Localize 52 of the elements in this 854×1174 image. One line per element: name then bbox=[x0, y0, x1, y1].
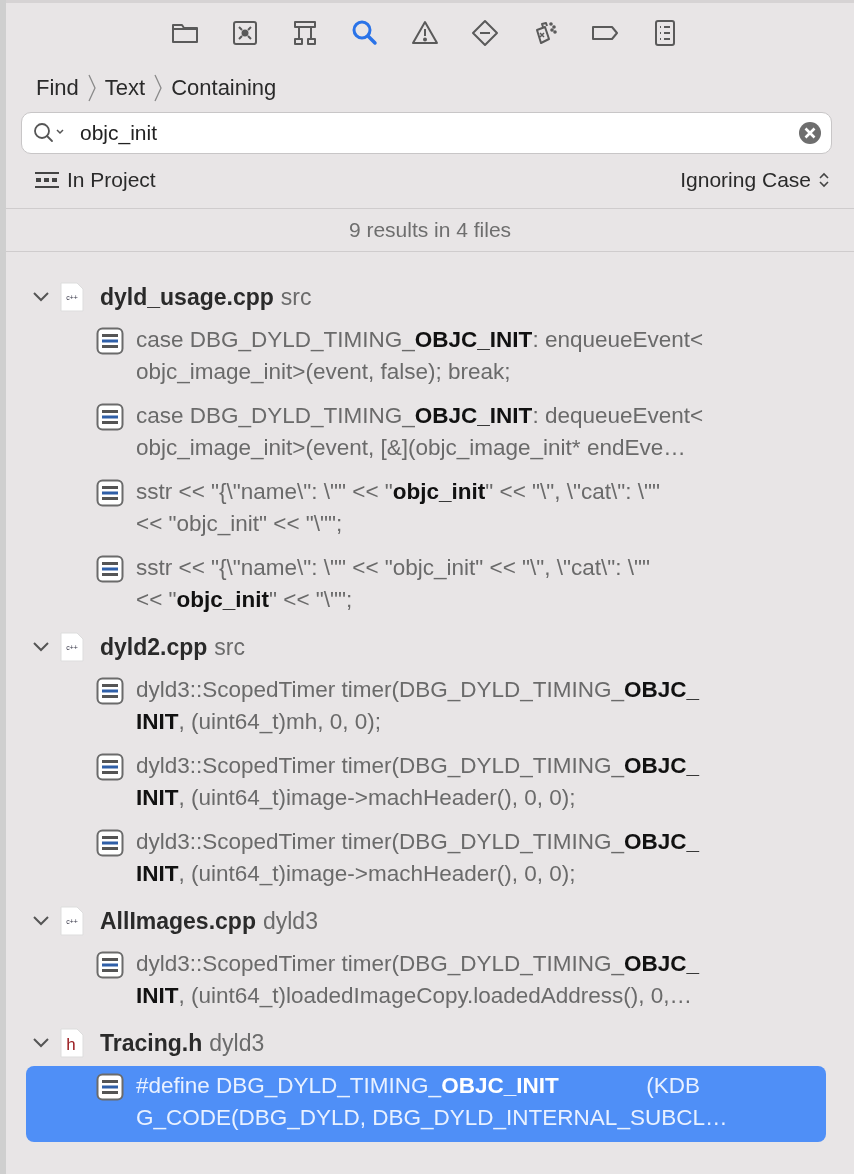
disclosure-icon[interactable] bbox=[32, 291, 50, 303]
search-options-icon bbox=[31, 121, 67, 145]
results-summary: 9 results in 4 files bbox=[348, 218, 512, 242]
code-line: dyld3::ScopedTimer timer(DBG_DYLD_TIMING_OBJC_ bbox=[136, 828, 700, 856]
disclosure-icon[interactable] bbox=[32, 1037, 50, 1049]
code-line: dyld3::ScopedTimer timer(DBG_DYLD_TIMING_OBJC_ bbox=[136, 752, 700, 780]
up-down-chevron-icon bbox=[818, 170, 830, 190]
header-file-icon: h bbox=[60, 1028, 84, 1058]
case-popup-button[interactable]: Ignoring Case bbox=[680, 168, 830, 192]
file-name[interactable]: dyld_usage.cpp bbox=[100, 283, 274, 311]
search-result[interactable]: dyld3::ScopedTimer timer(DBG_DYLD_TIMING_OBJC_ INIT, (uint64_t)image->machHeader(), 0, 0); bbox=[26, 746, 826, 822]
code-line: dyld3::ScopedTimer timer(DBG_DYLD_TIMING_OBJC_ bbox=[136, 950, 700, 978]
code-line: INIT, (uint64_t)image->machHeader(), 0, 0); bbox=[136, 860, 577, 888]
code-line: INIT, (uint64_t)mh, 0, 0); bbox=[136, 708, 383, 736]
code-line: sstr << "{\"name\": \"" << "objc_init" << "\", \"cat\": \"" bbox=[136, 478, 661, 506]
code-line: objc_image_init>(event, false); break; bbox=[136, 358, 512, 386]
file-name[interactable]: dyld2.cpp bbox=[100, 633, 208, 661]
code-line: dyld3::ScopedTimer timer(DBG_DYLD_TIMING_OBJC_ bbox=[136, 676, 700, 704]
code-line: case DBG_DYLD_TIMING_OBJC_INIT: enqueueEvent< bbox=[136, 326, 704, 354]
search-result[interactable]: sstr << "{\"name\": \"" << "objc_init" << "\", \"cat\": \"" << "objc_init" << "\""; bbox=[26, 548, 826, 624]
clear-icon[interactable] bbox=[798, 121, 822, 145]
file-name[interactable]: AllImages.cpp bbox=[100, 907, 256, 935]
breadcrumb-item[interactable]: Find bbox=[36, 75, 79, 101]
code-line: objc_image_init>(event, [&](objc_image_init* endEve… bbox=[136, 434, 687, 462]
code-line: INIT, (uint64_t)loadedImageCopy.loadedAddress(), 0,… bbox=[136, 982, 694, 1010]
search-result[interactable]: case DBG_DYLD_TIMING_OBJC_INIT: dequeueEvent< objc_image_init>(event, [&](objc_image_init* endEve… bbox=[26, 396, 826, 472]
chevron-icon bbox=[86, 73, 97, 103]
disclosure-icon[interactable] bbox=[32, 641, 50, 653]
search-result[interactable]: dyld3::ScopedTimer timer(DBG_DYLD_TIMING_OBJC_ INIT, (uint64_t)loadedImageCopy.loadedAddress(), 0,… bbox=[26, 944, 826, 1020]
folder-name: dyld3 bbox=[262, 907, 318, 935]
code-line: << "objc_init" << "\""; bbox=[136, 510, 344, 538]
scope-button[interactable]: In Project bbox=[34, 168, 156, 192]
chevron-icon bbox=[153, 73, 164, 103]
code-line: G_CODE(DBG_DYLD, DBG_DYLD_INTERNAL_SUBCL… bbox=[136, 1104, 728, 1132]
code-line: INIT, (uint64_t)image->machHeader(), 0, 0); bbox=[136, 784, 577, 812]
breadcrumb-item[interactable]: Containing bbox=[171, 75, 277, 101]
disclosure-icon[interactable] bbox=[32, 915, 50, 927]
folder-name: dyld3 bbox=[209, 1029, 265, 1057]
search-result[interactable]: sstr << "{\"name\": \"" << "objc_init" << "\", \"cat\": \"" << "objc_init" << "\""; bbox=[26, 472, 826, 548]
folder-name: src bbox=[280, 283, 312, 311]
folder-name: src bbox=[214, 633, 246, 661]
code-line: sstr << "{\"name\": \"" << "objc_init" << "\", \"cat\": \"" bbox=[136, 554, 651, 582]
search-result[interactable]: case DBG_DYLD_TIMING_OBJC_INIT: enqueueEvent< objc_image_init>(event, false); break; bbox=[26, 320, 826, 396]
code-line: case DBG_DYLD_TIMING_OBJC_INIT: dequeueEvent< bbox=[136, 402, 704, 430]
file-name[interactable]: Tracing.h bbox=[100, 1029, 203, 1057]
search-field[interactable]: objc_init bbox=[21, 112, 832, 154]
search-result[interactable]: dyld3::ScopedTimer timer(DBG_DYLD_TIMING_OBJC_ INIT, (uint64_t)mh, 0, 0); bbox=[26, 670, 826, 746]
code-line: << "objc_init" << "\""; bbox=[136, 586, 354, 614]
scope-icon bbox=[34, 170, 60, 190]
search-result[interactable]: dyld3::ScopedTimer timer(DBG_DYLD_TIMING_OBJC_ INIT, (uint64_t)image->machHeader(), 0, 0); bbox=[26, 822, 826, 898]
breadcrumb-item[interactable]: Text bbox=[104, 75, 146, 101]
code-line: #define DBG_DYLD_TIMING_OBJC_INIT (KDB bbox=[136, 1072, 701, 1100]
